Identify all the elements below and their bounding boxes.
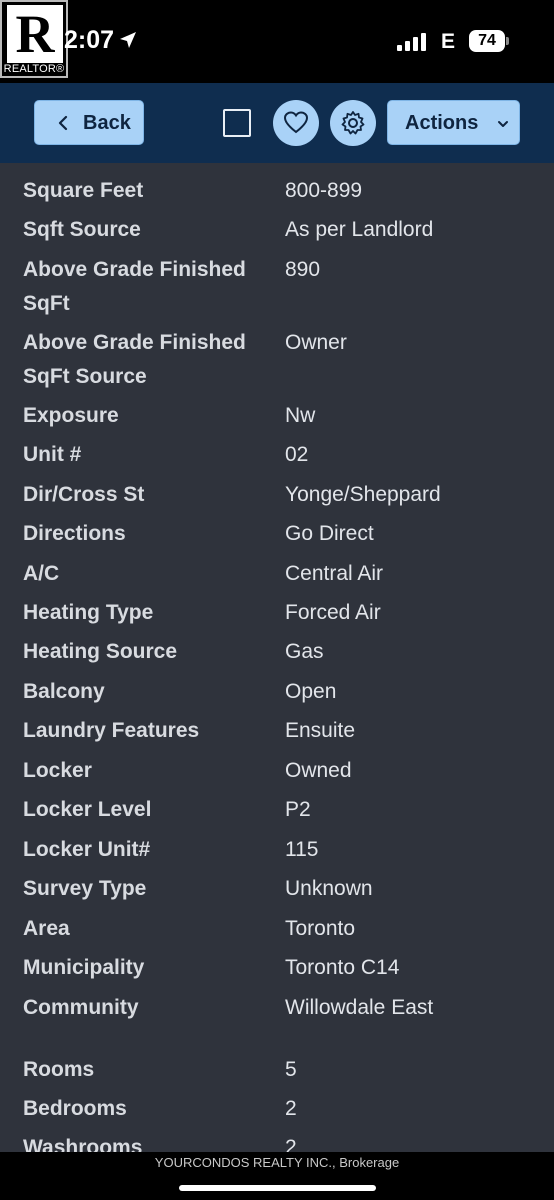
room-label: Washrooms	[23, 1136, 143, 1152]
detail-label: Area	[23, 917, 70, 940]
battery-cap	[506, 37, 509, 45]
detail-label: Locker Unit#	[23, 838, 151, 861]
detail-value: Central Air	[285, 562, 384, 585]
detail-value: Willowdale East	[285, 996, 434, 1019]
location-arrow-icon	[120, 32, 136, 48]
detail-label: Unit #	[23, 443, 82, 466]
cellular-signal-icon	[397, 33, 426, 51]
brokerage-text: YOURCONDOS REALTY INC., Brokerage	[154, 1155, 400, 1170]
detail-label: Heating Type	[23, 601, 154, 624]
detail-value: Toronto	[285, 917, 356, 940]
detail-value: Forced Air	[285, 601, 381, 624]
actions-dropdown-button[interactable]: Actions	[387, 100, 520, 145]
detail-label: Square Feet	[23, 179, 144, 202]
detail-value: Nw	[285, 404, 316, 427]
detail-value: Yonge/Sheppard	[285, 483, 441, 506]
detail-label: Locker	[23, 759, 92, 782]
detail-label: Sqft Source	[23, 218, 141, 241]
detail-label: Balcony	[23, 680, 105, 703]
settings-button[interactable]	[330, 100, 376, 146]
detail-label: Community	[23, 996, 139, 1019]
detail-value: Gas	[285, 640, 324, 663]
room-value: 5	[285, 1058, 297, 1081]
detail-value: Owned	[285, 759, 352, 782]
room-label: Rooms	[23, 1058, 95, 1081]
footer: YOURCONDOS REALTY INC., Brokerage	[0, 1152, 554, 1200]
actions-button-label: Actions	[405, 112, 479, 134]
back-button[interactable]: Back	[34, 100, 144, 145]
detail-value: As per Landlord	[285, 218, 434, 241]
detail-label: A/C	[23, 562, 60, 585]
detail-value: 800-899	[285, 179, 363, 202]
gear-icon	[341, 111, 365, 135]
detail-value: 115	[285, 838, 319, 861]
detail-value: Toronto C14	[285, 956, 400, 979]
toolbar: Back Actions	[0, 83, 554, 163]
favorite-button[interactable]	[273, 100, 319, 146]
detail-label: Exposure	[23, 404, 119, 427]
detail-label: Above Grade Finished SqFt Source	[23, 331, 246, 388]
detail-label: Survey Type	[23, 877, 147, 900]
realtor-logo-word: REALTOR®	[3, 63, 65, 75]
chevron-down-icon	[498, 121, 508, 127]
select-checkbox[interactable]	[223, 109, 251, 137]
detail-label: Locker Level	[23, 798, 152, 821]
home-indicator[interactable]	[179, 1185, 376, 1191]
detail-label: Laundry Features	[23, 719, 200, 742]
detail-label: Dir/Cross St	[23, 483, 145, 506]
detail-label: Directions	[23, 522, 126, 545]
detail-value: Unknown	[285, 877, 373, 900]
room-value: 2	[285, 1136, 297, 1152]
detail-value: Go Direct	[285, 522, 374, 545]
detail-label: Above Grade Finished SqFt	[23, 258, 246, 315]
detail-label: Municipality	[23, 956, 145, 979]
room-value: 2	[285, 1097, 297, 1120]
detail-value: Ensuite	[285, 719, 356, 742]
realtor-logo: R REALTOR®	[0, 0, 68, 78]
battery-icon: 74	[469, 30, 505, 52]
heart-icon	[283, 111, 309, 134]
carrier-indicator: E	[441, 30, 456, 53]
detail-value: Owner	[285, 331, 347, 354]
detail-value: P2	[285, 798, 311, 821]
room-label: Bedrooms	[23, 1097, 127, 1120]
detail-value: 890	[285, 258, 321, 281]
chevron-left-icon	[58, 115, 68, 131]
status-bar: R REALTOR® 2:07 E 74	[0, 0, 554, 83]
detail-label: Heating Source	[23, 640, 178, 663]
detail-value: 02	[285, 443, 309, 466]
status-time: 2:07	[64, 26, 115, 54]
realtor-logo-letter: R	[7, 5, 63, 63]
detail-value: Open	[285, 680, 337, 703]
listing-details[interactable]: Square Feet 800-899 Sqft Source As per L…	[0, 163, 554, 1152]
back-button-label: Back	[83, 112, 131, 134]
